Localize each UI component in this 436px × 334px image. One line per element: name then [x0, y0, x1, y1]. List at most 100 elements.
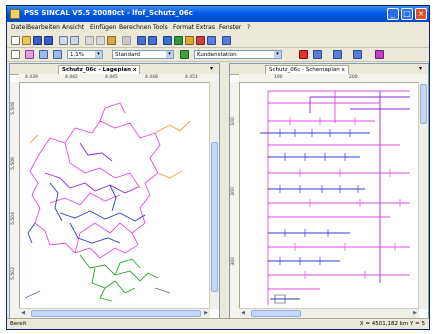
view-icon[interactable] [137, 36, 146, 45]
menu-datei[interactable]: Datei [11, 24, 27, 31]
chevron-down-icon[interactable]: ▾ [419, 65, 422, 72]
menu-bearbeiten[interactable]: Bearbeiten [27, 24, 60, 31]
ruler-tick: 4.451 [185, 75, 198, 80]
close-icon[interactable]: x [133, 67, 137, 73]
report-icon[interactable] [207, 36, 216, 45]
horizontal-scrollbar[interactable]: ◀ ▶ [239, 308, 419, 318]
scroll-right-icon[interactable]: ▶ [411, 309, 419, 317]
horizontal-ruler: 100 200 [239, 74, 428, 83]
close-button[interactable]: × [415, 8, 427, 20]
lageplan-view: Schutz_06c - Lageplan x ▾ 4.439 4.442 4.… [9, 63, 220, 319]
cut-icon[interactable] [85, 36, 94, 45]
style-select[interactable]: Standard ▾ [112, 50, 174, 59]
style-value: Standard [115, 52, 141, 58]
open-icon[interactable] [22, 36, 31, 45]
zoom-select[interactable]: 1,1% ▾ [67, 50, 103, 59]
zoom-icon[interactable] [53, 50, 62, 59]
chevron-down-icon: ▾ [166, 51, 173, 58]
new-icon[interactable] [11, 36, 20, 45]
ruler-tick: 5.508 [11, 102, 16, 115]
coordinate-readout: X = 4501,182 km Y = 5 [359, 321, 425, 327]
pan-icon[interactable] [25, 50, 34, 59]
app-icon [10, 9, 20, 19]
menu-help[interactable]: ? [247, 24, 250, 31]
chevron-down-icon[interactable]: ▾ [210, 65, 213, 72]
menu-bar: Datei Bearbeiten Ansicht Einfügen Berech… [7, 22, 429, 33]
toolbar-standard [7, 34, 429, 48]
distribute-icon[interactable] [353, 50, 362, 59]
ruler-tick: 300 [231, 257, 236, 266]
menu-extras[interactable]: Extras [196, 24, 215, 31]
color-icon[interactable] [375, 50, 384, 59]
ruler-tick: 4.442 [65, 75, 78, 80]
element-icon[interactable] [180, 50, 189, 59]
menu-einfuegen[interactable]: Einfügen [90, 24, 116, 31]
save-icon[interactable] [33, 36, 42, 45]
view2-icon[interactable] [148, 36, 157, 45]
chevron-down-icon: ▾ [274, 51, 281, 58]
tab-schemaplan[interactable]: Schutz_06c - Schemaplan x [265, 65, 349, 74]
vertical-scrollbar[interactable] [209, 82, 219, 309]
ruler-tick: 5.502 [11, 267, 16, 280]
copy-icon[interactable] [96, 36, 105, 45]
paste-icon[interactable] [107, 36, 116, 45]
vertical-scrollbar[interactable] [418, 82, 428, 309]
menu-fenster[interactable]: Fenster [219, 24, 241, 31]
schematic-diagram[interactable] [240, 83, 420, 310]
undo-icon[interactable] [122, 36, 131, 45]
scroll-thumb[interactable] [420, 84, 427, 124]
scroll-thumb[interactable] [251, 310, 301, 317]
status-bar: Bereit X = 4501,182 km Y = 5 [7, 318, 429, 329]
zoom-value: 1,1% [70, 52, 84, 58]
ruler-tick: 5.504 [11, 212, 16, 225]
ruler-tick: 4.445 [105, 75, 118, 80]
horizontal-scrollbar[interactable]: ◀ ▶ [19, 308, 210, 318]
ruler-tick: 200 [349, 75, 358, 80]
scroll-right-icon[interactable]: ▶ [202, 309, 210, 317]
window-title: PSS SINCAL V5.5 20080ct - lfof_Schutz_06… [24, 9, 193, 17]
ruler-tick: 4.439 [25, 75, 38, 80]
application-window: PSS SINCAL V5.5 20080ct - lfof_Schutz_06… [6, 5, 430, 330]
print-icon[interactable] [70, 36, 79, 45]
ruler-tick: 4.448 [145, 75, 158, 80]
ruler-tick: 100 [274, 75, 283, 80]
align-icon[interactable] [333, 50, 342, 59]
schemaplan-view: Schutz_06c - Schemaplan x ▾ 100 200 100 … [229, 63, 429, 319]
station-value: Kundenstation [197, 52, 237, 58]
insert-icon[interactable] [313, 50, 322, 59]
scroll-thumb[interactable] [31, 310, 201, 317]
calc3-icon[interactable] [185, 36, 194, 45]
run-icon[interactable] [299, 50, 308, 59]
tab-label: Schutz_06c - Lageplan [62, 67, 131, 73]
scroll-left-icon[interactable]: ◀ [19, 309, 27, 317]
chevron-down-icon: ▾ [95, 51, 102, 58]
calc2-icon[interactable] [174, 36, 183, 45]
close-icon[interactable]: x [342, 67, 345, 73]
scroll-left-icon[interactable]: ◀ [239, 309, 247, 317]
tab-lageplan[interactable]: Schutz_06c - Lageplan x [58, 65, 141, 74]
ruler-tick: 200 [231, 187, 236, 196]
network-map[interactable] [20, 83, 210, 310]
tab-label: Schutz_06c - Schemaplan [269, 67, 340, 73]
zoom-window-icon[interactable] [39, 50, 48, 59]
menu-tools[interactable]: Tools [153, 24, 168, 31]
menu-berechnen[interactable]: Berechnen [119, 24, 151, 31]
results-icon[interactable] [222, 36, 231, 45]
vertical-ruler: 100 200 300 [230, 82, 240, 318]
minimize-button[interactable]: _ [387, 8, 399, 20]
menu-ansicht[interactable]: Ansicht [62, 24, 84, 31]
print-preview-icon[interactable] [59, 36, 68, 45]
menu-format[interactable]: Format [173, 24, 194, 31]
maximize-button[interactable]: □ [401, 8, 413, 20]
station-select[interactable]: Kundenstation ▾ [194, 50, 282, 59]
select-icon[interactable] [11, 50, 20, 59]
toolbar-graphics: 1,1% ▾ Standard ▾ Kundenstation ▾ [7, 48, 429, 62]
calc-icon[interactable] [163, 36, 172, 45]
horizontal-ruler: 4.439 4.442 4.445 4.448 4.451 [19, 74, 219, 83]
ruler-tick: 5.506 [11, 157, 16, 170]
vertical-ruler: 5.508 5.506 5.504 5.502 [10, 82, 20, 318]
calc4-icon[interactable] [196, 36, 205, 45]
save-all-icon[interactable] [44, 36, 53, 45]
title-bar[interactable]: PSS SINCAL V5.5 20080ct - lfof_Schutz_06… [7, 6, 429, 22]
scroll-thumb[interactable] [211, 142, 218, 292]
